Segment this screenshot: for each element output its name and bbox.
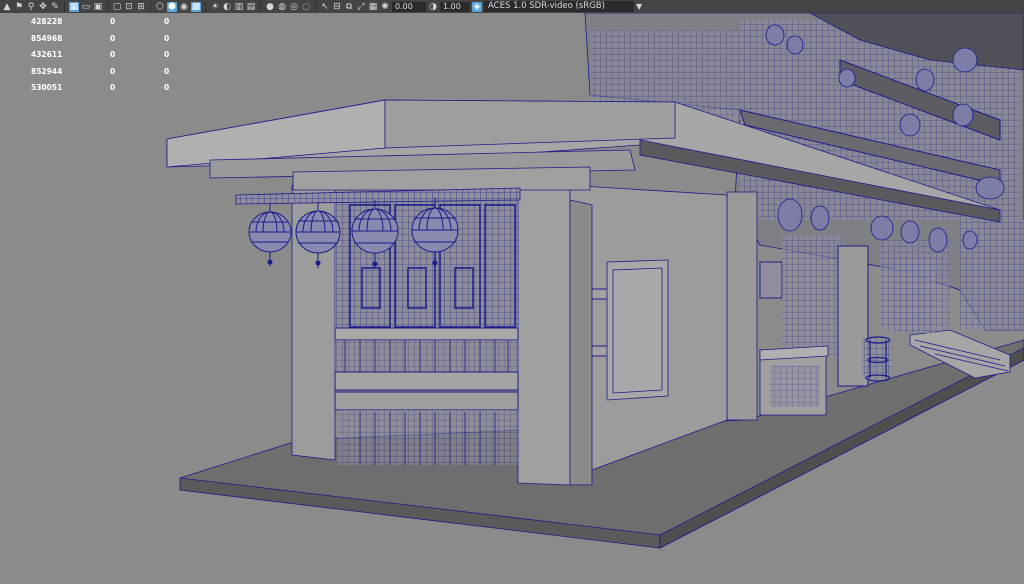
fullscreen-icon[interactable]: ⤢ — [356, 2, 366, 12]
lights-icon[interactable]: ☀ — [210, 2, 220, 12]
paint-icon[interactable]: ✎ — [50, 2, 60, 12]
hud-icon[interactable]: ▦ — [368, 2, 378, 12]
bookmark-icon[interactable]: ▲ — [2, 2, 12, 12]
camera-icon[interactable]: ⚲ — [26, 2, 36, 12]
toolbar-divider — [260, 1, 261, 12]
shaded-cube-icon[interactable]: ⬢ — [167, 1, 177, 12]
xray-icon[interactable]: ▥ — [234, 2, 244, 12]
film-gate-icon[interactable]: ▭ — [81, 2, 91, 12]
color-space-select[interactable]: ACES 1.0 SDR-video (sRGB) — [484, 1, 634, 12]
field-chart-icon[interactable]: ⊞ — [136, 2, 146, 12]
motion-blur-icon[interactable]: ◍ — [277, 2, 287, 12]
safe-frame-icon[interactable]: ▢ — [112, 2, 122, 12]
exposure-field[interactable]: 0.00 — [392, 1, 426, 12]
move-camera-icon[interactable]: ✥ — [38, 2, 48, 12]
color-management-icon[interactable]: ◈ — [472, 1, 482, 12]
gamma-field[interactable]: 1.00 — [440, 1, 470, 12]
pointer-icon[interactable]: ↖ — [320, 2, 330, 12]
settings-icon[interactable]: ✺ — [380, 2, 390, 12]
depth-of-field-icon[interactable]: ◌ — [301, 2, 311, 12]
lantern — [248, 204, 292, 266]
wireframe-cube-icon[interactable]: ⬡ — [155, 2, 165, 12]
wireframe-on-shaded-icon[interactable]: ▩ — [191, 1, 201, 12]
gamma-icon[interactable]: ◑ — [428, 2, 438, 12]
toolbar-divider — [150, 1, 151, 12]
resolution-gate-icon[interactable]: ▣ — [93, 2, 103, 12]
toolbar-divider — [315, 1, 316, 12]
chevron-down-icon[interactable]: ▼ — [636, 2, 646, 11]
toolbar-divider — [205, 1, 206, 12]
toolbar-divider — [64, 1, 65, 12]
textured-icon[interactable]: ◉ — [179, 2, 189, 12]
camera-frame-icon[interactable]: ⊡ — [124, 2, 134, 12]
snapshot-icon[interactable]: ⧉ — [344, 2, 354, 12]
flag-icon[interactable]: ⚑ — [14, 2, 24, 12]
ambient-occlusion-icon[interactable]: ● — [265, 2, 275, 12]
shadows-icon[interactable]: ◐ — [222, 2, 232, 12]
xray-joints-icon[interactable]: ▤ — [246, 2, 256, 12]
grid-icon[interactable]: ▦ — [69, 1, 79, 12]
side-counter — [759, 345, 829, 407]
viewport-toolbar: ▲ ⚑ ⚲ ✥ ✎ ▦ ▭ ▣ ▢ ⊡ ⊞ ⬡ ⬢ ◉ ▩ ☀ ◐ ▥ ▤ ● … — [0, 0, 1024, 13]
toolbar-divider — [107, 1, 108, 12]
antialias-icon[interactable]: ◎ — [289, 2, 299, 12]
3d-viewport[interactable] — [0, 13, 1024, 584]
isolate-icon[interactable]: ⊟ — [332, 2, 342, 12]
